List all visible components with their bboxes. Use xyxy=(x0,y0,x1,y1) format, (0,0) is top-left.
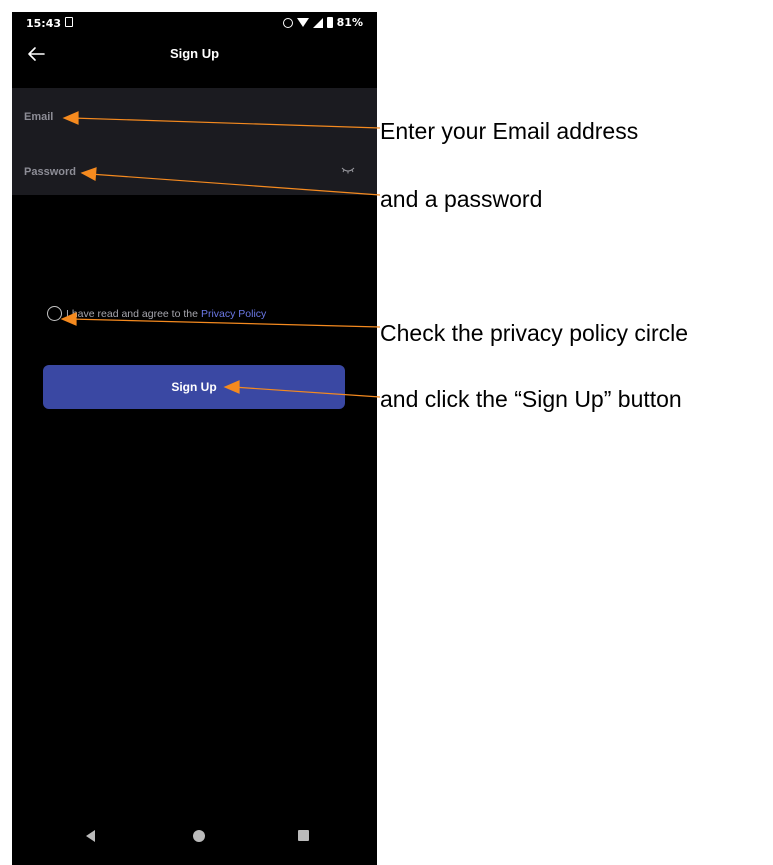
system-nav-bar xyxy=(12,820,377,850)
radio-circle-icon[interactable] xyxy=(47,306,62,321)
form-panel xyxy=(12,88,377,195)
battery-icon xyxy=(326,17,333,28)
status-bar: 15:43 81% xyxy=(12,12,377,36)
agreement-text: I have read and agree to the xyxy=(66,307,198,320)
privacy-agreement: I have read and agree to the Privacy Pol… xyxy=(47,306,266,321)
annotation-step-4: and click the “Sign Up” button xyxy=(380,386,682,412)
signal-icon xyxy=(312,17,323,28)
privacy-policy-link[interactable]: Privacy Policy xyxy=(201,308,266,320)
password-field[interactable] xyxy=(24,160,334,184)
sign-up-button[interactable]: Sign Up xyxy=(43,365,345,409)
status-time: 15:43 xyxy=(26,17,62,30)
alarm-icon xyxy=(282,17,293,28)
sim-icon xyxy=(65,17,73,27)
status-icons: 81% xyxy=(282,16,363,29)
page-title: Sign Up xyxy=(169,46,220,61)
annotation-step-1: Enter your Email address xyxy=(380,118,639,144)
annotation-step-3: Check the privacy policy circle xyxy=(380,320,689,346)
battery-percent: 81% xyxy=(336,16,363,29)
app-bar: Sign Up xyxy=(12,36,377,74)
eye-closed-icon[interactable] xyxy=(341,166,355,174)
wifi-icon xyxy=(296,18,309,27)
phone-screen: 15:43 81% Sign Up I hav xyxy=(12,12,377,865)
circle-home-icon[interactable] xyxy=(193,830,205,842)
triangle-back-icon[interactable] xyxy=(86,830,95,842)
annotation-step-2: and a password xyxy=(380,186,543,212)
square-recents-icon[interactable] xyxy=(298,830,309,841)
page: 15:43 81% Sign Up I hav xyxy=(0,0,773,865)
email-field[interactable] xyxy=(24,105,364,129)
